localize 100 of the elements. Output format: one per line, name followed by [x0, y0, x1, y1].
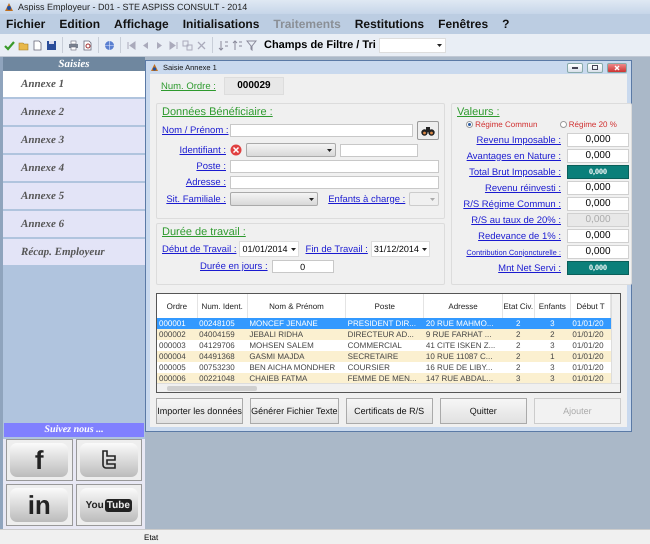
- poste-input[interactable]: [230, 160, 439, 173]
- window-title: Aspiss Employeur - D01 - STE ASPISS CONSULT - 2014: [18, 2, 248, 12]
- identifiant-dropdown[interactable]: [246, 143, 336, 157]
- amount-field[interactable]: 0,000: [567, 149, 629, 163]
- action-button[interactable]: Importer les données: [156, 398, 244, 424]
- dropdown-arrow-icon: [422, 248, 427, 250]
- menu-item[interactable]: Fichier: [6, 17, 46, 31]
- days-field[interactable]: 0: [272, 260, 334, 273]
- date-field[interactable]: 01/01/2014: [239, 241, 299, 257]
- value-label[interactable]: Revenu Imposable :: [457, 134, 561, 146]
- table-cell: 3: [534, 340, 570, 351]
- date-value: 31/12/2014: [374, 244, 419, 254]
- menu-item[interactable]: Fenêtres: [438, 17, 488, 31]
- amount-field[interactable]: 0,000: [567, 229, 629, 243]
- filter-dropdown[interactable]: [378, 38, 446, 52]
- field-label[interactable]: Poste :: [162, 161, 226, 172]
- youtube-button[interactable]: You Tube: [80, 488, 138, 522]
- horizontal-scrollbar[interactable]: [157, 383, 620, 392]
- menu-item[interactable]: Edition: [59, 17, 100, 31]
- num-ordre-label: Num. Ordre :: [161, 80, 216, 92]
- table-cell: 01/01/20: [570, 318, 611, 329]
- menu-item[interactable]: Restitutions: [354, 17, 424, 31]
- table-cell: 2: [502, 351, 534, 362]
- field-label[interactable]: Début de Travail :: [162, 244, 236, 254]
- folder-icon[interactable]: [18, 40, 29, 50]
- sidebar-item[interactable]: Annexe 1: [3, 71, 145, 97]
- sidebar-item[interactable]: Annexe 2: [3, 99, 145, 125]
- table-cell: 20 RUE MAHMO...: [424, 318, 502, 329]
- field-label[interactable]: Sit. Familiale :: [162, 194, 226, 204]
- table-cell: 3: [534, 373, 570, 384]
- field-label[interactable]: Identifiant :: [162, 144, 226, 156]
- menu-item[interactable]: Affichage: [114, 17, 169, 31]
- table-cell: 04491368: [197, 351, 248, 362]
- total-field: 0,000: [567, 261, 629, 275]
- situation-dropdown[interactable]: [230, 192, 318, 206]
- linkedin-button[interactable]: in: [10, 488, 68, 522]
- field-label[interactable]: Nom / Prénom :: [162, 125, 226, 136]
- sidebar-item[interactable]: Annexe 3: [3, 127, 145, 153]
- amount-field[interactable]: 0,000: [567, 181, 629, 195]
- adresse-input[interactable]: [230, 176, 439, 189]
- amount-field[interactable]: 0,000: [567, 245, 629, 259]
- sidebar-item[interactable]: Annexe 5: [3, 183, 145, 209]
- table-cell: SECRETAIRE: [346, 351, 424, 362]
- vertical-scrollbar[interactable]: [611, 294, 620, 383]
- table-cell: MOHSEN SALEM: [247, 340, 346, 351]
- table-cell: 01/01/20: [570, 351, 611, 362]
- regime-radio[interactable]: Régime Commun: [466, 120, 538, 129]
- sidebar-item[interactable]: Récap. Employeur: [3, 239, 145, 265]
- minimize-button[interactable]: [567, 62, 583, 72]
- value-label[interactable]: Mnt Net Servi :: [457, 262, 561, 274]
- regime-radio[interactable]: Régime 20 %: [560, 120, 617, 129]
- field-label[interactable]: Enfants à charge :: [328, 194, 406, 204]
- value-label[interactable]: Redevance de 1% :: [457, 230, 561, 242]
- filter-icon[interactable]: [246, 40, 257, 50]
- table-cell: 01/01/20: [570, 373, 611, 384]
- table-cell: COURSIER: [346, 362, 424, 373]
- delete-icon[interactable]: [196, 40, 207, 50]
- table-cell: 000002: [157, 329, 198, 340]
- amount-field[interactable]: 0,000: [567, 133, 629, 147]
- app-logo-icon: [4, 2, 14, 12]
- print-icon[interactable]: [68, 40, 79, 50]
- action-button[interactable]: Générer Fichier Texte: [250, 398, 339, 424]
- name-input[interactable]: [230, 124, 414, 137]
- table-cell: 00753230: [197, 362, 248, 373]
- table-cell: CHAIEB FATMA: [247, 373, 346, 384]
- sidebar-item[interactable]: Annexe 6: [3, 211, 145, 237]
- value-label[interactable]: R/S au taux de 20% :: [457, 214, 561, 226]
- amount-field[interactable]: 0,000: [567, 197, 629, 211]
- value-label[interactable]: Revenu réinvesti :: [457, 182, 561, 194]
- sidebar-item[interactable]: Annexe 4: [3, 155, 145, 181]
- sort-descending-icon[interactable]: [232, 40, 243, 50]
- identifiant-input[interactable]: [340, 144, 418, 156]
- save-icon[interactable]: [46, 40, 57, 50]
- new-document-icon[interactable]: [32, 40, 43, 50]
- table-cell: 10 RUE 11087 C...: [424, 351, 502, 362]
- menu-item[interactable]: Initialisations: [182, 17, 260, 31]
- field-label[interactable]: Durée en jours :: [200, 261, 268, 272]
- globe-icon[interactable]: [104, 40, 115, 50]
- twitter-button[interactable]: [80, 443, 138, 477]
- table-cell: 00221048: [197, 373, 248, 384]
- value-label[interactable]: Avantages en Nature :: [457, 150, 561, 162]
- value-label[interactable]: R/S Régime Commun :: [457, 198, 561, 210]
- enfants-dropdown[interactable]: [409, 192, 439, 206]
- field-label[interactable]: Adresse :: [162, 177, 226, 188]
- field-label[interactable]: Fin de Travail :: [306, 244, 368, 254]
- menu-item[interactable]: ?: [502, 17, 510, 31]
- maximize-button[interactable]: [587, 62, 603, 72]
- sort-ascending-icon[interactable]: [218, 40, 229, 50]
- last-record-icon[interactable]: [168, 40, 179, 50]
- search-button[interactable]: [417, 121, 439, 140]
- action-button[interactable]: Quitter: [440, 398, 527, 424]
- value-label[interactable]: Total Brut Imposable :: [457, 166, 561, 178]
- facebook-button[interactable]: f: [10, 443, 68, 477]
- close-button[interactable]: [607, 62, 627, 72]
- action-button[interactable]: Certificats de R/S: [346, 398, 433, 424]
- first-record-icon[interactable]: [126, 40, 137, 50]
- check-icon[interactable]: [4, 40, 15, 50]
- date-field[interactable]: 31/12/2014: [370, 241, 430, 257]
- table-cell: 2: [502, 362, 534, 373]
- print-preview-icon[interactable]: [82, 40, 93, 50]
